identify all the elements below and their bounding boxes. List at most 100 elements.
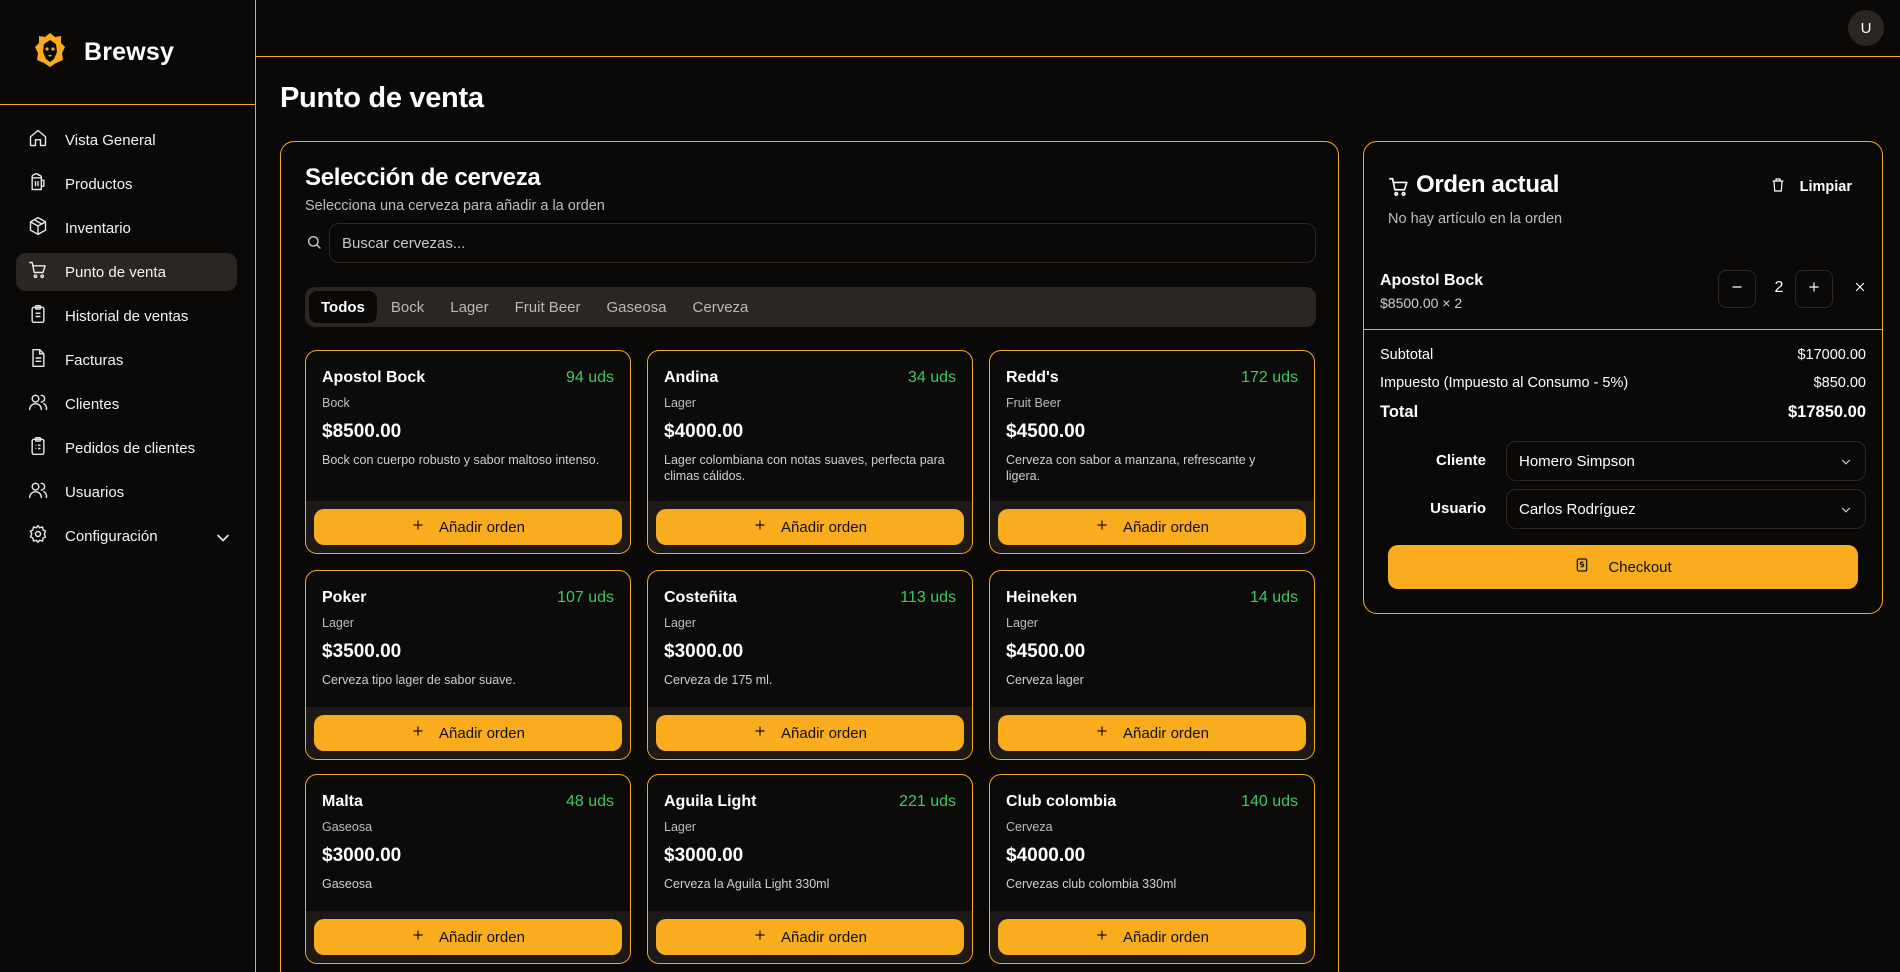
app-root: Brewsy Vista General Productos Inventari…	[0, 0, 1900, 972]
add-to-order-button[interactable]: Añadir orden	[998, 715, 1306, 751]
sidebar-item-facturas[interactable]: Facturas	[16, 341, 237, 379]
tab-fruit-beer[interactable]: Fruit Beer	[503, 291, 593, 323]
add-to-order-label: Añadir orden	[781, 928, 867, 946]
add-to-order-button[interactable]: Añadir orden	[656, 509, 964, 545]
add-to-order-button[interactable]: Añadir orden	[656, 919, 964, 955]
remove-item-button[interactable]	[1842, 270, 1878, 308]
category-tabs: Todos Bock Lager Fruit Beer Gaseosa Cerv…	[305, 287, 1316, 327]
product-card-body: Heineken 14 uds Lager $4500.00 Cerveza lager	[990, 571, 1314, 688]
add-to-order-button[interactable]: Añadir orden	[314, 919, 622, 955]
total-row: Total $17850.00	[1380, 403, 1866, 422]
product-category: Fruit Beer	[1006, 396, 1061, 410]
sidebar-item-label: Historial de ventas	[65, 307, 189, 325]
chevron-down-icon[interactable]	[213, 528, 229, 544]
product-card[interactable]: Malta 48 uds Gaseosa $3000.00 Gaseosa Añadir …	[305, 774, 631, 964]
sidebar-item-pedidos-de-clientes[interactable]: Pedidos de clientes	[16, 429, 237, 467]
tab-bock[interactable]: Bock	[379, 291, 436, 323]
decrease-quantity-button[interactable]	[1718, 270, 1756, 308]
beer-panel-subtitle: Selecciona una cerveza para añadir a la …	[305, 198, 605, 214]
box-icon	[28, 216, 48, 240]
sidebar-item-label: Punto de venta	[65, 263, 166, 281]
tax-label: Impuesto (Impuesto al Consumo - 5%)	[1380, 375, 1629, 391]
sidebar-item-productos[interactable]: Productos	[16, 165, 237, 203]
sidebar-item-vista-general[interactable]: Vista General	[16, 121, 237, 159]
product-category: Lager	[322, 616, 354, 630]
avatar[interactable]: U	[1848, 10, 1884, 46]
product-card-footer: Añadir orden	[648, 501, 972, 553]
add-to-order-button[interactable]: Añadir orden	[314, 509, 622, 545]
client-field: Cliente Homero Simpson	[1364, 441, 1866, 481]
search-icon	[306, 234, 322, 250]
product-category: Lager	[664, 616, 696, 630]
product-price: $3500.00	[322, 641, 402, 662]
total-label: Total	[1380, 403, 1419, 421]
product-stock: 34 uds	[907, 369, 956, 386]
product-card[interactable]: Apostol Bock 94 uds Bock $8500.00 Bock con c…	[305, 350, 631, 554]
add-to-order-button[interactable]: Añadir orden	[656, 715, 964, 751]
brand[interactable]: Brewsy	[0, 0, 255, 105]
total-value: $17850.00	[1788, 403, 1866, 421]
product-card-footer: Añadir orden	[306, 707, 630, 759]
product-stock: 14 uds	[1249, 589, 1298, 606]
page-title: Punto de venta	[280, 82, 484, 114]
product-category: Lager	[1006, 616, 1038, 630]
sidebar-item-clientes[interactable]: Clientes	[16, 385, 237, 423]
sidebar-item-inventario[interactable]: Inventario	[16, 209, 237, 247]
product-card[interactable]: Aguila Light 221 uds Lager $3000.00 Cerveza …	[647, 774, 973, 964]
add-to-order-button[interactable]: Añadir orden	[998, 919, 1306, 955]
product-card[interactable]: Costeñita 113 uds Lager $3000.00 Cerveza de …	[647, 570, 973, 760]
add-to-order-button[interactable]: Añadir orden	[314, 715, 622, 751]
user-select[interactable]: Carlos Rodríguez	[1506, 489, 1866, 529]
sidebar-item-configuracion[interactable]: Configuración	[16, 517, 237, 555]
cart-icon	[1388, 176, 1410, 198]
client-select[interactable]: Homero Simpson	[1506, 441, 1866, 481]
product-card[interactable]: Club colombia 140 uds Cerveza $4000.00 Cerve…	[989, 774, 1315, 964]
product-stock: 48 uds	[565, 793, 614, 810]
clipboard-list-icon	[28, 436, 48, 460]
tax-row: Impuesto (Impuesto al Consumo - 5%) $850…	[1380, 375, 1866, 391]
product-card-body: Andina 34 uds Lager $4000.00 Lager colombian…	[648, 351, 972, 484]
file-icon	[28, 348, 48, 372]
product-description: Lager colombiana con notas suaves, perfe…	[664, 453, 945, 483]
product-card-body: Poker 107 uds Lager $3500.00 Cerveza tipo la…	[306, 571, 630, 688]
product-card[interactable]: Redd's 172 uds Fruit Beer $4500.00 Cerveza c…	[989, 350, 1315, 554]
sidebar-item-label: Clientes	[65, 395, 120, 413]
product-description: Gaseosa	[322, 877, 373, 891]
sidebar-item-label: Productos	[65, 175, 133, 193]
product-card-body: Aguila Light 221 uds Lager $3000.00 Cerveza …	[648, 775, 972, 892]
subtotal-value: $17000.00	[1797, 347, 1866, 363]
product-stock: 140 uds	[1241, 793, 1298, 810]
money-icon	[1574, 557, 1590, 577]
sidebar-item-usuarios[interactable]: Usuarios	[16, 473, 237, 511]
beer-panel-title: Selección de cerveza	[305, 164, 541, 191]
client-select-value: Homero Simpson	[1519, 452, 1635, 470]
tab-lager[interactable]: Lager	[438, 291, 500, 323]
home-icon	[28, 128, 48, 152]
add-to-order-button[interactable]: Añadir orden	[998, 509, 1306, 545]
sidebar-item-punto-de-venta[interactable]: Punto de venta	[16, 253, 237, 291]
clear-order-button[interactable]: Limpiar	[1758, 169, 1864, 205]
tab-cerveza[interactable]: Cerveza	[681, 291, 761, 323]
increase-quantity-button[interactable]	[1795, 270, 1833, 308]
add-to-order-label: Añadir orden	[439, 724, 525, 742]
order-item-name: Apostol Bock	[1380, 272, 1484, 289]
subtotal-row: Subtotal $17000.00	[1380, 347, 1866, 363]
user-select-value: Carlos Rodríguez	[1519, 500, 1636, 518]
product-stock: 221 uds	[899, 793, 956, 810]
product-price: $3000.00	[664, 845, 744, 866]
product-price: $4500.00	[1006, 641, 1086, 662]
client-label: Cliente	[1435, 452, 1486, 469]
checkout-button[interactable]: Checkout	[1388, 545, 1858, 589]
product-card[interactable]: Heineken 14 uds Lager $4500.00 Cerveza lager…	[989, 570, 1315, 760]
product-card[interactable]: Poker 107 uds Lager $3500.00 Cerveza tipo la…	[305, 570, 631, 760]
plus-icon	[411, 518, 425, 536]
brand-name: Brewsy	[84, 37, 175, 66]
tab-gaseosa[interactable]: Gaseosa	[594, 291, 678, 323]
tab-todos[interactable]: Todos	[309, 291, 377, 323]
product-category: Bock	[322, 396, 350, 410]
sidebar-item-label: Configuración	[65, 527, 158, 545]
sidebar-item-historial-de-ventas[interactable]: Historial de ventas	[16, 297, 237, 335]
search-input[interactable]	[329, 223, 1316, 263]
product-card[interactable]: Andina 34 uds Lager $4000.00 Lager colombian…	[647, 350, 973, 554]
add-to-order-label: Añadir orden	[1123, 928, 1209, 946]
